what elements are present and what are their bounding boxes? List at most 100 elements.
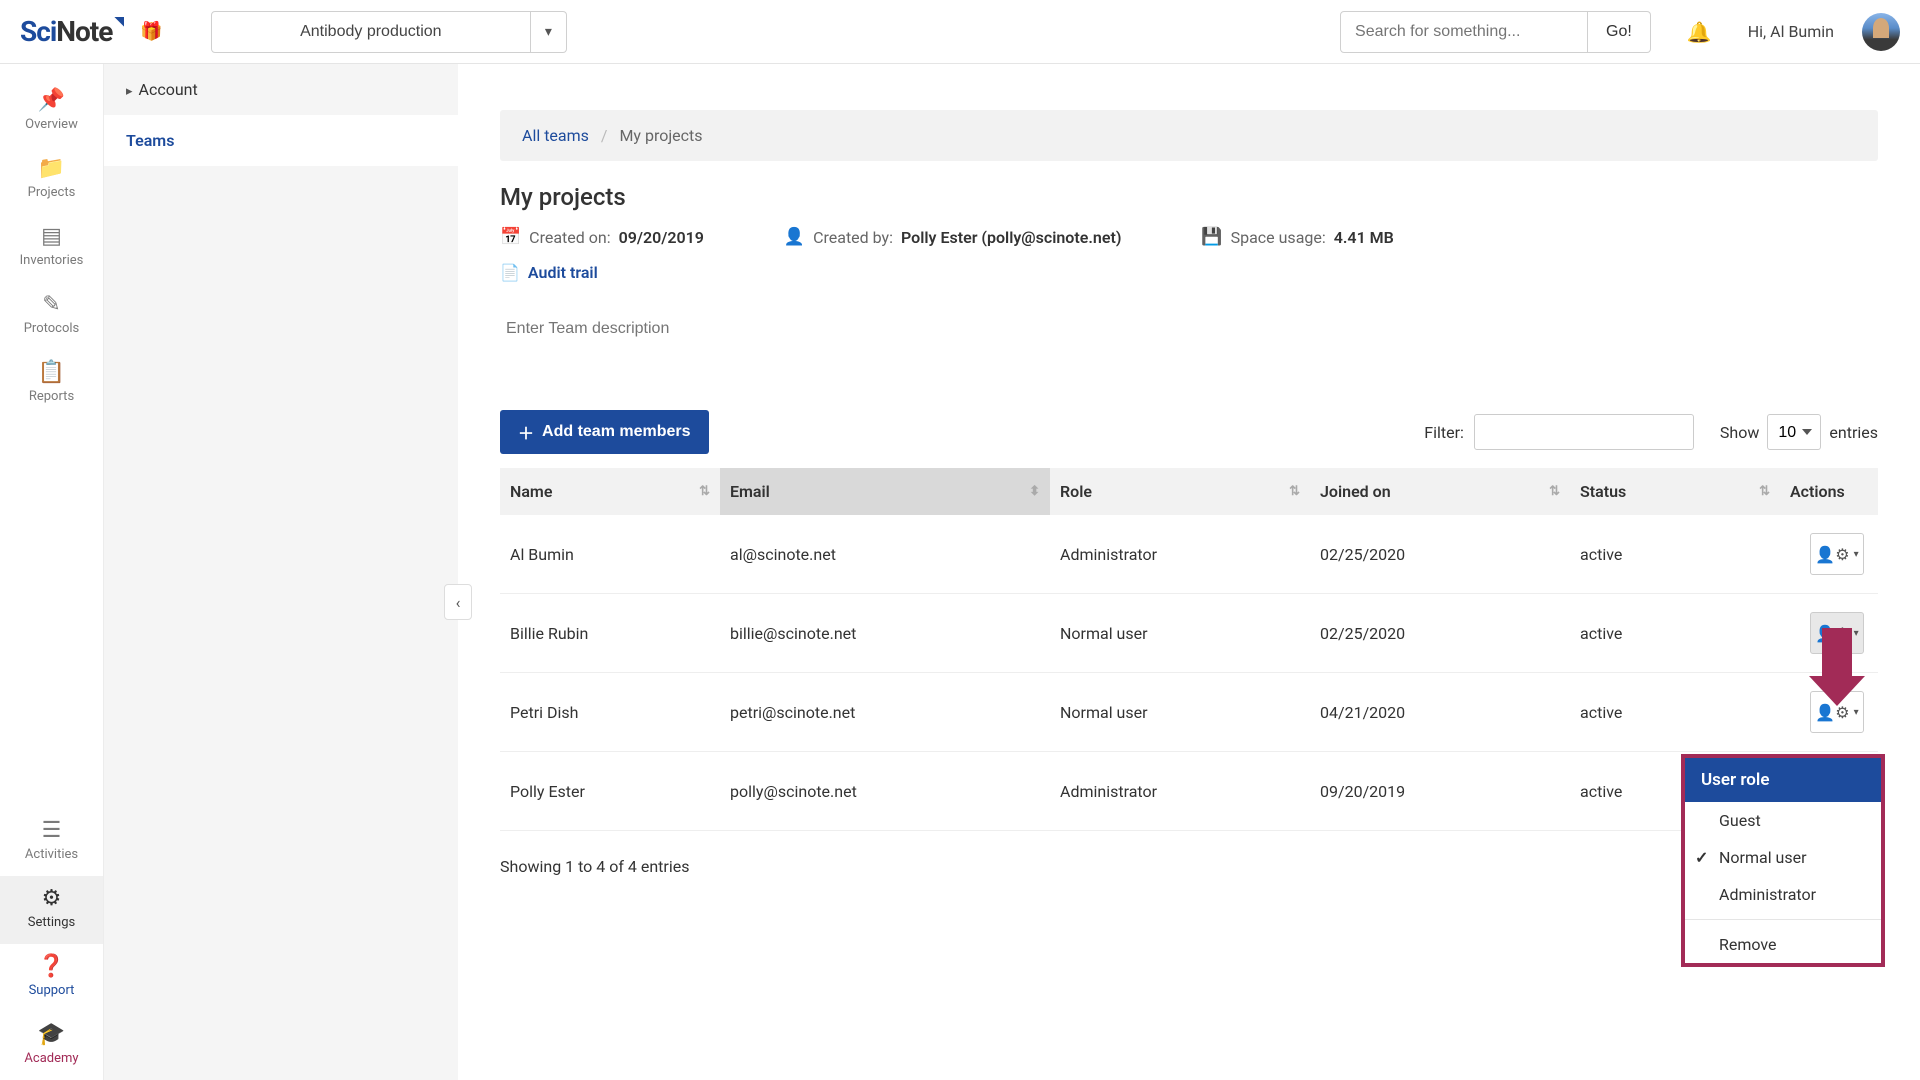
audit-trail-link[interactable]: 📄 Audit trail <box>500 263 1878 282</box>
gift-icon[interactable]: 🎁 <box>140 21 162 42</box>
rail-projects[interactable]: 📁Projects <box>0 146 103 214</box>
filter-control: Filter: <box>1424 414 1694 450</box>
table-row: Al Buminal@scinote.netAdministrator02/25… <box>500 515 1878 594</box>
col-joined[interactable]: Joined on⇅ <box>1310 468 1570 515</box>
cell-email: polly@scinote.net <box>720 752 1050 831</box>
disk-icon: 💾 <box>1201 227 1222 247</box>
cell-email: billie@scinote.net <box>720 594 1050 673</box>
avatar[interactable] <box>1862 13 1900 51</box>
rail-inventories[interactable]: ▤ Inventories <box>0 214 103 282</box>
meta-value: Polly Ester (polly@scinote.net) <box>901 228 1121 247</box>
rail-academy[interactable]: 🎓Academy <box>0 1012 103 1080</box>
cell-actions: 👤⚙▾ <box>1780 515 1878 594</box>
rail-reports[interactable]: 📋 Reports <box>0 350 103 418</box>
workspace-dropdown-toggle[interactable]: ▾ <box>531 11 567 53</box>
meta-label: Created by: <box>813 228 893 247</box>
col-actions: Actions <box>1780 468 1878 515</box>
table-controls: ＋ Add team members Filter: Show 10 entri… <box>500 410 1878 454</box>
dropdown-divider <box>1685 919 1881 920</box>
col-name[interactable]: Name⇅ <box>500 468 720 515</box>
collapse-panel-toggle[interactable]: ‹ <box>444 584 472 620</box>
breadcrumb-separator: / <box>601 126 608 145</box>
cell-status: active <box>1570 673 1780 752</box>
add-team-members-button[interactable]: ＋ Add team members <box>500 410 709 454</box>
dropdown-header: User role <box>1685 758 1881 802</box>
team-meta: 📅 Created on: 09/20/2019 👤 Created by: P… <box>500 227 1878 247</box>
show-label: Show <box>1720 423 1759 442</box>
audit-trail-label: Audit trail <box>528 263 598 282</box>
rail-label: Inventories <box>20 253 84 268</box>
sort-icon: ⇅ <box>699 489 710 495</box>
gear-icon: ⚙ <box>42 886 62 911</box>
meta-space-usage: 💾 Space usage: 4.41 MB <box>1201 227 1393 247</box>
audit-icon: 📄 <box>500 263 520 282</box>
cell-joined: 02/25/2020 <box>1310 515 1570 594</box>
user-greeting: Hi, Al Bumin <box>1748 22 1834 41</box>
clipboard-icon: 📋 <box>38 360 65 385</box>
logo[interactable]: SciNote <box>20 15 122 48</box>
folder-icon: 📁 <box>38 156 65 181</box>
add-btn-label: Add team members <box>542 423 691 441</box>
rail-label: Support <box>29 983 75 998</box>
subnav-account[interactable]: Account <box>104 64 458 115</box>
sort-icon: ⇅ <box>1289 489 1300 495</box>
search-input[interactable] <box>1340 11 1588 53</box>
breadcrumb: All teams / My projects <box>500 110 1878 161</box>
cell-role: Administrator <box>1050 515 1310 594</box>
cell-role: Administrator <box>1050 752 1310 831</box>
team-description-input[interactable] <box>500 308 1878 350</box>
rail-activities[interactable]: ☰Activities <box>0 808 103 876</box>
user-icon: 👤 <box>784 227 805 247</box>
cell-joined: 04/21/2020 <box>1310 673 1570 752</box>
global-search: Go! <box>1340 11 1651 53</box>
subnav-teams[interactable]: Teams <box>104 115 458 166</box>
cell-status: active <box>1570 594 1780 673</box>
plus-icon: ＋ <box>518 420 534 444</box>
cell-name: Polly Ester <box>500 752 720 831</box>
notifications-icon[interactable]: 🔔 <box>1687 20 1712 44</box>
table-row: Billie Rubinbillie@scinote.netNormal use… <box>500 594 1878 673</box>
col-email[interactable]: Email⬍ <box>720 468 1050 515</box>
row-actions-button[interactable]: 👤⚙▾ <box>1810 533 1864 575</box>
role-option-guest[interactable]: Guest <box>1685 802 1881 839</box>
meta-value: 09/20/2019 <box>619 228 704 247</box>
filter-label: Filter: <box>1424 423 1464 442</box>
meta-created-by: 👤 Created by: Polly Ester (polly@scinote… <box>784 227 1122 247</box>
rail-settings[interactable]: ⚙Settings <box>0 876 103 944</box>
cell-joined: 09/20/2019 <box>1310 752 1570 831</box>
calendar-icon: 📅 <box>500 227 521 247</box>
entries-label: entries <box>1829 423 1878 442</box>
breadcrumb-root[interactable]: All teams <box>522 126 589 145</box>
edit-icon: ✎ <box>42 292 60 317</box>
cell-joined: 02/25/2020 <box>1310 594 1570 673</box>
search-go-button[interactable]: Go! <box>1588 11 1651 53</box>
rail-protocols[interactable]: ✎Protocols <box>0 282 103 350</box>
rail-support[interactable]: ❓Support <box>0 944 103 1012</box>
meta-value: 4.41 MB <box>1334 228 1394 247</box>
role-option-remove[interactable]: Remove <box>1685 926 1881 963</box>
list-icon: ▤ <box>41 224 62 249</box>
rail-overview[interactable]: 📌Overview <box>0 78 103 146</box>
rail-label: Reports <box>29 389 74 404</box>
table-row: Petri Dishpetri@scinote.netNormal user04… <box>500 673 1878 752</box>
sort-icon: ⇅ <box>1759 489 1770 495</box>
show-entries-select[interactable]: 10 <box>1767 414 1821 450</box>
rail-label: Activities <box>25 847 78 862</box>
role-option-admin[interactable]: Administrator <box>1685 876 1881 913</box>
workspace-selector: ▾ <box>211 11 567 53</box>
meta-created-on: 📅 Created on: 09/20/2019 <box>500 227 704 247</box>
workspace-input[interactable] <box>211 11 531 53</box>
col-status[interactable]: Status⇅ <box>1570 468 1780 515</box>
topbar: SciNote 🎁 ▾ Go! 🔔 Hi, Al Bumin <box>0 0 1920 64</box>
breadcrumb-current: My projects <box>619 126 702 145</box>
chevron-left-icon: ‹ <box>456 593 461 612</box>
rail-label: Overview <box>25 117 78 132</box>
settings-subnav: Account Teams ‹ <box>104 64 458 1080</box>
col-role[interactable]: Role⇅ <box>1050 468 1310 515</box>
caret-down-icon: ▾ <box>1854 707 1859 718</box>
cell-role: Normal user <box>1050 673 1310 752</box>
sort-asc-icon: ⬍ <box>1029 489 1040 495</box>
cell-email: al@scinote.net <box>720 515 1050 594</box>
role-option-normal[interactable]: Normal user <box>1685 839 1881 876</box>
filter-input[interactable] <box>1474 414 1694 450</box>
